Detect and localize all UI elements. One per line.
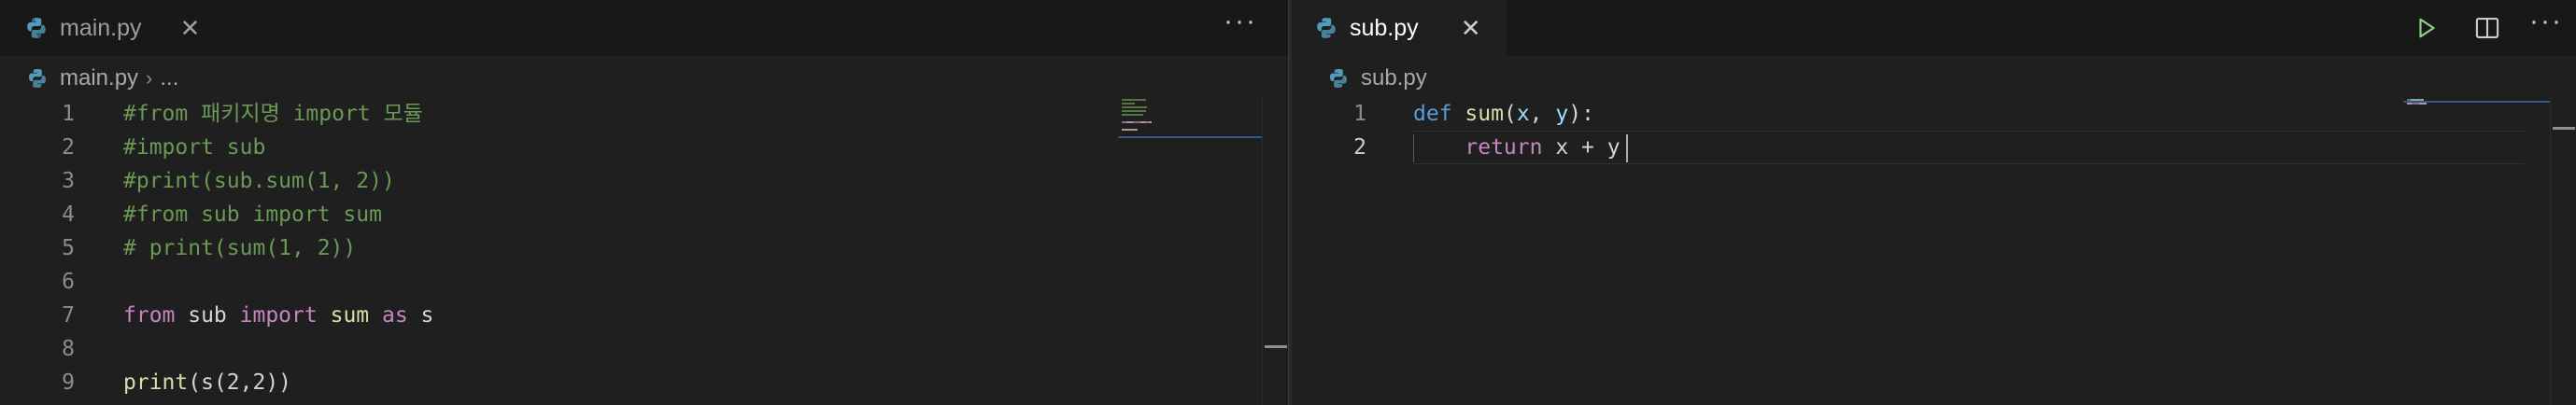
play-icon: [2419, 18, 2435, 38]
tab-label: sub.py: [1350, 14, 1419, 41]
code-token: x: [1516, 102, 1530, 126]
code-editor-sub[interactable]: 1 def sum(x, y): 2 return x + y: [1292, 97, 2403, 405]
code-line[interactable]: #from sub import sum: [123, 198, 382, 231]
minimap-line: [1122, 99, 1146, 101]
right-tab-bar: sub.py ✕ ···: [1292, 0, 2576, 56]
line-number: 8: [62, 337, 75, 361]
split-editor-icon[interactable]: [2469, 9, 2506, 47]
python-icon: [29, 69, 46, 88]
code-editor-main[interactable]: 1 #from 패키지명 import 모듈 2 #import sub 3 #print…: [0, 97, 1102, 405]
minimap-line: [1122, 114, 1143, 116]
code-line[interactable]: return x + y: [1413, 131, 1621, 164]
code-token: #print(sub.sum(1, 2)): [123, 169, 395, 193]
breadcrumb: main.py › ...: [26, 62, 178, 95]
code-line[interactable]: from sub import sum as s: [123, 299, 433, 332]
minimap-line: [1149, 121, 1152, 123]
code-token: x + y: [1542, 135, 1621, 160]
code-line[interactable]: print(s(2,2)): [123, 366, 291, 399]
minimap-line: [1122, 129, 1128, 131]
text-cursor: [1626, 134, 1628, 162]
code-token: ):: [1568, 102, 1594, 126]
line-number: 1: [62, 102, 75, 126]
vertical-scrollbar[interactable]: [1262, 97, 1288, 405]
minimap-line: [1122, 106, 1147, 108]
code-token: print: [123, 370, 189, 395]
code-token: sub: [175, 303, 240, 328]
minimap-viewport: [2403, 101, 2551, 103]
code-token: # print(sum(1, 2)): [123, 236, 357, 260]
line-number: 7: [62, 303, 75, 328]
tab-label: main.py: [60, 14, 142, 41]
code-token: #import sub: [123, 135, 266, 160]
scrollbar-cursor-marker: [1265, 345, 1287, 348]
code-token: #from sub import sum: [123, 202, 382, 227]
line-number: 2: [62, 135, 75, 160]
more-actions-icon[interactable]: ···: [2527, 7, 2565, 47]
code-token: import: [239, 303, 318, 328]
code-token: sum: [1465, 102, 1504, 126]
breadcrumb-file[interactable]: sub.py: [1361, 65, 1427, 91]
minimap-viewport: [1118, 136, 1262, 138]
minimap[interactable]: [1118, 97, 1262, 405]
close-icon[interactable]: ✕: [179, 16, 202, 40]
scrollbar-cursor-marker: [2553, 127, 2575, 130]
line-number: 3: [62, 169, 75, 193]
minimap-line: [1122, 110, 1146, 112]
code-token: #from 패키지명 import 모듈: [123, 102, 423, 126]
chevron-right-icon: ›: [146, 66, 153, 90]
code-token: as: [382, 303, 408, 328]
code-token: (s(2,2)): [188, 370, 292, 395]
line-number: 1: [1353, 102, 1366, 126]
minimap-line: [2412, 103, 2419, 105]
breadcrumb: sub.py: [1327, 62, 1427, 95]
code-token: s: [407, 303, 434, 328]
tab-sub-py[interactable]: sub.py ✕: [1292, 0, 1507, 56]
code-line[interactable]: #print(sub.sum(1, 2)): [123, 164, 395, 198]
minimap-line: [2419, 103, 2427, 105]
python-icon: [27, 18, 46, 38]
code-line[interactable]: #from 패키지명 import 모듈: [123, 97, 423, 131]
minimap-line: [1126, 121, 1133, 123]
vertical-scrollbar[interactable]: [2550, 97, 2576, 405]
left-tab-bar: main.py ✕ ···: [0, 0, 1288, 56]
line-number: 9: [62, 370, 75, 395]
code-token: from: [123, 303, 176, 328]
tab-main-py[interactable]: main.py ✕: [0, 0, 217, 56]
code-token: return: [1465, 135, 1543, 160]
breadcrumb-file[interactable]: main.py: [60, 65, 138, 91]
code-token: def: [1413, 102, 1452, 126]
python-icon: [1330, 69, 1347, 88]
code-token: ,: [1529, 102, 1556, 126]
code-line[interactable]: def sum(x, y):: [1413, 97, 1594, 131]
line-number: 5: [62, 236, 75, 260]
run-icon[interactable]: [2408, 9, 2445, 47]
line-number: 2: [1353, 135, 1366, 160]
code-token: y: [1555, 102, 1569, 126]
python-icon: [1317, 18, 1336, 38]
close-icon[interactable]: ✕: [1460, 16, 1482, 40]
minimap-line: [1133, 121, 1140, 123]
right-editor-group: sub.py ✕ ··· sub.py 1 def sum(x, y): 2 ret…: [1292, 0, 2576, 405]
more-actions-icon[interactable]: ···: [1222, 7, 1259, 47]
breadcrumb-symbols[interactable]: ...: [160, 65, 178, 91]
code-line[interactable]: # print(sum(1, 2)): [123, 231, 356, 265]
minimap-line: [1128, 129, 1138, 131]
indent-guide: [1413, 134, 1414, 162]
line-number: 6: [62, 270, 75, 294]
left-editor-group: main.py ✕ ··· main.py › ... 1 #from 패키지명 …: [0, 0, 1288, 405]
line-number: 4: [62, 202, 75, 227]
minimap-line: [1122, 103, 1135, 105]
code-token: (: [1503, 102, 1517, 126]
code-line[interactable]: #import sub: [123, 131, 265, 164]
code-token: sum: [330, 303, 370, 328]
minimap[interactable]: [2403, 97, 2551, 405]
